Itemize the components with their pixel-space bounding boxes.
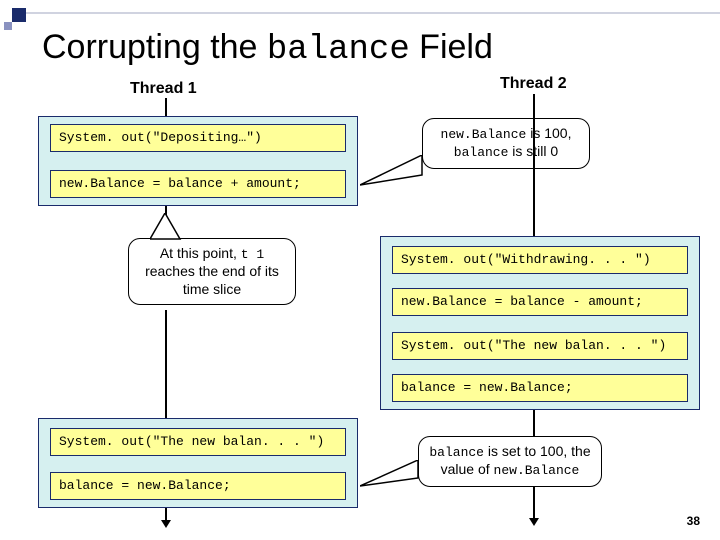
title-pre: Corrupting the [42,28,267,66]
t2-line-top [533,118,535,236]
callout1-tail [360,155,430,195]
thread-1-label: Thread 1 [130,80,197,98]
t1-line-seg [165,98,167,116]
title-code: balance [267,31,410,69]
t2-line-seg [533,94,535,118]
callout3-tail [360,460,424,496]
t1-line-mid [165,310,167,418]
t1-code-2: new.Balance = balance + amount; [50,170,346,198]
t1-arrow-end [165,508,167,522]
callout2-tail [150,213,190,243]
title-post: Field [410,28,493,66]
callout-balance-set: balance is set to 100, the value of new.… [418,436,602,487]
t2-code-2: new.Balance = balance - amount; [392,288,688,316]
callout-timeslice: At this point, t 1 reaches the end of it… [128,238,296,305]
t1-code-3: System. out("The new balan. . . ") [50,428,346,456]
slide-corner-decor [0,0,28,40]
t1-code-4: balance = new.Balance; [50,472,346,500]
t2-code-4: balance = new.Balance; [392,374,688,402]
callout-newbalance: new.Balance is 100, balance is still 0 [422,118,590,169]
thread-2-label: Thread 2 [500,75,567,93]
slide-title: Corrupting the balance Field [42,28,493,69]
t2-code-1: System. out("Withdrawing. . . ") [392,246,688,274]
t1-code-1: System. out("Depositing…") [50,124,346,152]
t2-code-3: System. out("The new balan. . . ") [392,332,688,360]
slide-number: 38 [687,514,700,528]
